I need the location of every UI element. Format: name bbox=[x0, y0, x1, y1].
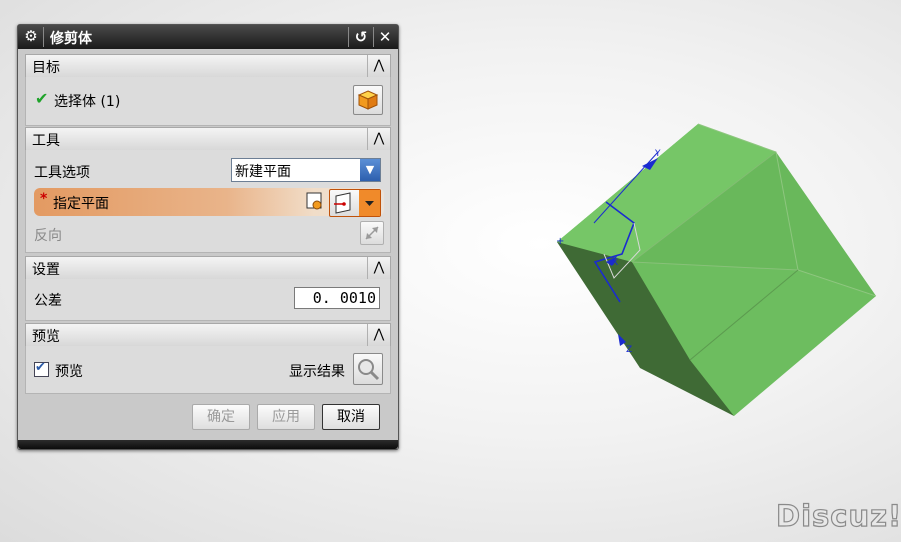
plane-dialog-icon[interactable] bbox=[304, 190, 326, 212]
tolerance-label: 公差 bbox=[34, 293, 62, 309]
checkmark-icon: ✔ bbox=[35, 360, 46, 375]
tolerance-input[interactable]: 0. 0010 bbox=[294, 287, 380, 309]
specify-plane-label: 指定平面 bbox=[53, 196, 109, 212]
preview-checkbox[interactable]: ✔ bbox=[34, 360, 49, 377]
apply-button[interactable]: 应用 bbox=[257, 404, 315, 430]
graphics-viewport[interactable]: + Y X Z bbox=[540, 110, 890, 430]
reset-icon[interactable]: ↺ bbox=[351, 27, 371, 47]
reverse-direction-icon bbox=[365, 226, 379, 240]
gear-icon[interactable]: ⚙ bbox=[22, 27, 40, 45]
solid-body-icon bbox=[357, 90, 379, 110]
tool-option-label: 工具选项 bbox=[34, 165, 90, 181]
watermark: Discuz! bbox=[775, 498, 901, 533]
section-header-settings[interactable]: 设置 ⋀ bbox=[25, 256, 391, 280]
section-label-settings: 设置 bbox=[32, 262, 60, 278]
section-label-tool: 工具 bbox=[32, 133, 60, 149]
section-body-preview: ✔ 预览 显示结果 bbox=[25, 346, 391, 394]
reverse-direction-button[interactable] bbox=[360, 221, 384, 245]
section-body-tool: 工具选项 新建平面 ▼ * 指定平面 反向 bbox=[25, 150, 391, 253]
plane-type-button[interactable] bbox=[329, 189, 381, 217]
svg-text:+: + bbox=[556, 236, 564, 247]
trim-body-dialog: ⚙ 修剪体 ↺ ✕ 目标 ⋀ ✔ 选择体 (1) 工具 ⋀ 工具选项 新建平面 … bbox=[17, 24, 399, 450]
green-check-icon: ✔ bbox=[35, 89, 49, 108]
titlebar-divider bbox=[43, 27, 44, 47]
show-result-button[interactable] bbox=[353, 353, 383, 385]
tool-option-select[interactable]: 新建平面 ▼ bbox=[231, 158, 381, 182]
chevron-up-icon[interactable]: ⋀ bbox=[367, 128, 390, 150]
close-icon[interactable]: ✕ bbox=[375, 27, 395, 47]
section-header-target[interactable]: 目标 ⋀ bbox=[25, 54, 391, 78]
tool-option-value: 新建平面 bbox=[235, 164, 291, 180]
axis-label-x: X bbox=[612, 258, 618, 268]
titlebar-divider bbox=[348, 27, 349, 47]
preview-label: 预览 bbox=[55, 364, 83, 380]
select-body-button[interactable] bbox=[353, 85, 383, 115]
section-label-preview: 预览 bbox=[32, 329, 60, 345]
specify-plane-row[interactable]: * 指定平面 bbox=[34, 188, 384, 217]
reverse-label: 反向 bbox=[34, 228, 62, 244]
green-solid-body[interactable] bbox=[557, 123, 877, 416]
dialog-titlebar[interactable]: ⚙ 修剪体 ↺ ✕ bbox=[18, 25, 398, 49]
chevron-down-icon[interactable]: ▼ bbox=[360, 159, 380, 181]
select-body-label: 选择体 (1) bbox=[54, 94, 121, 110]
dialog-footer-bar bbox=[18, 440, 398, 449]
show-result-label: 显示结果 bbox=[289, 364, 345, 380]
axis-label-z: Z bbox=[626, 345, 632, 355]
section-body-target: ✔ 选择体 (1) bbox=[25, 77, 391, 126]
section-header-preview[interactable]: 预览 ⋀ bbox=[25, 323, 391, 347]
chevron-up-icon[interactable]: ⋀ bbox=[367, 257, 390, 279]
ok-button[interactable]: 确定 bbox=[192, 404, 250, 430]
required-marker: * bbox=[40, 191, 48, 207]
section-label-target: 目标 bbox=[32, 60, 60, 76]
dialog-title: 修剪体 bbox=[50, 31, 92, 47]
chevron-up-icon[interactable]: ⋀ bbox=[367, 55, 390, 77]
chevron-up-icon[interactable]: ⋀ bbox=[367, 324, 390, 346]
section-header-tool[interactable]: 工具 ⋀ bbox=[25, 127, 391, 151]
section-body-settings: 公差 0. 0010 bbox=[25, 279, 391, 321]
axis-label-y: Y bbox=[654, 149, 661, 159]
magnifier-icon bbox=[358, 359, 380, 381]
cancel-button[interactable]: 取消 bbox=[322, 404, 380, 430]
plane-type-icon bbox=[334, 190, 380, 216]
titlebar-divider bbox=[373, 27, 374, 47]
